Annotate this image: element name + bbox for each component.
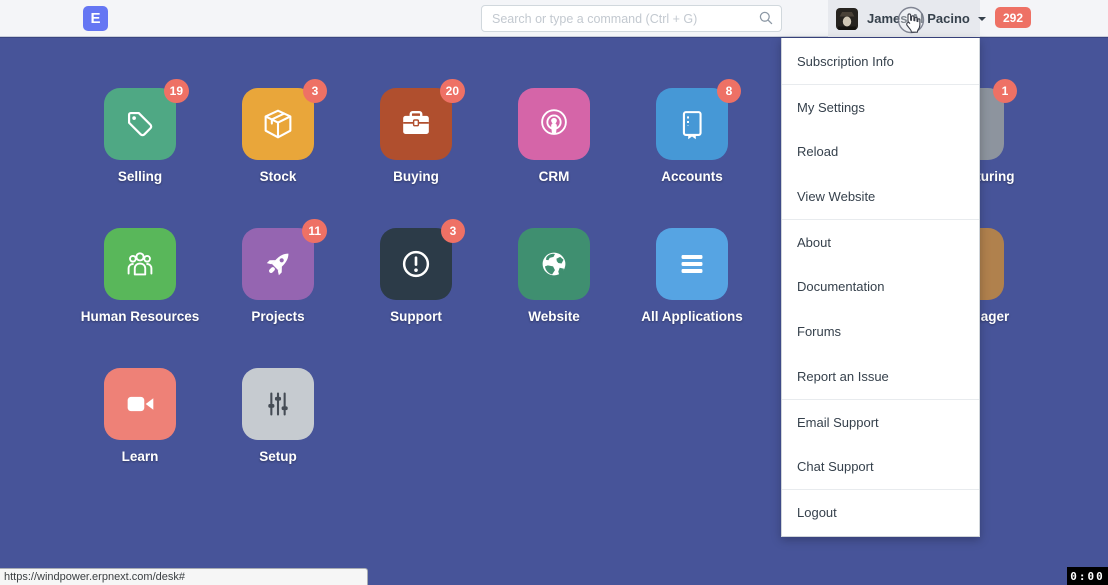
app-tile[interactable] [656,228,728,300]
globe-icon [535,245,573,283]
briefcase-icon [397,105,435,143]
user-avatar [836,8,858,30]
user-menu-item[interactable]: Report an Issue [782,354,979,399]
chevron-down-icon [978,17,986,21]
erpnext-desk: E James Al Pacino [0,0,1108,585]
app-badge: 3 [303,79,327,103]
box-icon [259,105,297,143]
podcast-icon [535,105,573,143]
user-menu-item[interactable]: Forums [782,309,979,354]
user-menu-item[interactable]: About [782,219,979,264]
video-camera-icon [121,385,159,423]
tag-icon [121,105,159,143]
user-menu-item[interactable]: My Settings [782,84,979,129]
user-menu-item[interactable]: Documentation [782,264,979,309]
app-tile[interactable] [518,88,590,160]
app-tile[interactable] [104,368,176,440]
notification-count-badge[interactable]: 292 [995,7,1031,28]
app-tile[interactable]: 3 [380,228,452,300]
app-tile[interactable]: 11 [242,228,314,300]
user-name: James Al Pacino [867,11,970,26]
user-menu-item[interactable]: View Website [782,174,979,219]
app-tile[interactable] [104,228,176,300]
user-menu-item[interactable]: Subscription Info [782,39,979,84]
app-label: All Applications [607,309,777,324]
app-logo-letter: E [90,10,100,27]
recording-timer: 0:00 [1067,567,1108,585]
app-badge: 19 [164,79,189,103]
app-label: Setup [193,449,363,464]
user-menu-item[interactable]: Logout [782,489,979,534]
app-badge: 8 [717,79,741,103]
app-logo-button[interactable]: E [83,6,108,31]
app-label: Accounts [607,169,777,184]
menu-bars-icon [673,245,711,283]
app-tile[interactable]: 8 [656,88,728,160]
app-badge: 20 [440,79,465,103]
rocket-icon [259,245,297,283]
link-preview-statusbar: https://windpower.erpnext.com/desk# [0,568,368,585]
user-menu-item[interactable]: Reload [782,129,979,174]
search-icon [758,10,774,26]
people-icon [121,245,159,283]
sliders-icon [259,385,297,423]
navbar: E James Al Pacino [0,0,1108,37]
user-menu-item[interactable]: Email Support [782,399,979,444]
app-tile[interactable]: 19 [104,88,176,160]
app-badge: 3 [441,219,465,243]
app-badge: 1 [993,79,1017,103]
alert-circle-icon [397,245,435,283]
app-tile[interactable]: 20 [380,88,452,160]
app-tile[interactable]: 3 [242,88,314,160]
user-menu-item[interactable]: Chat Support [782,444,979,489]
user-menu-toggle[interactable]: James Al Pacino [828,0,980,37]
app-badge: 11 [302,219,327,243]
user-dropdown-menu: Subscription InfoMy SettingsReloadView W… [781,38,980,537]
ledger-icon [673,105,711,143]
app-tile[interactable] [242,368,314,440]
global-search [481,5,782,32]
search-input[interactable] [481,5,782,32]
app-tile[interactable] [518,228,590,300]
